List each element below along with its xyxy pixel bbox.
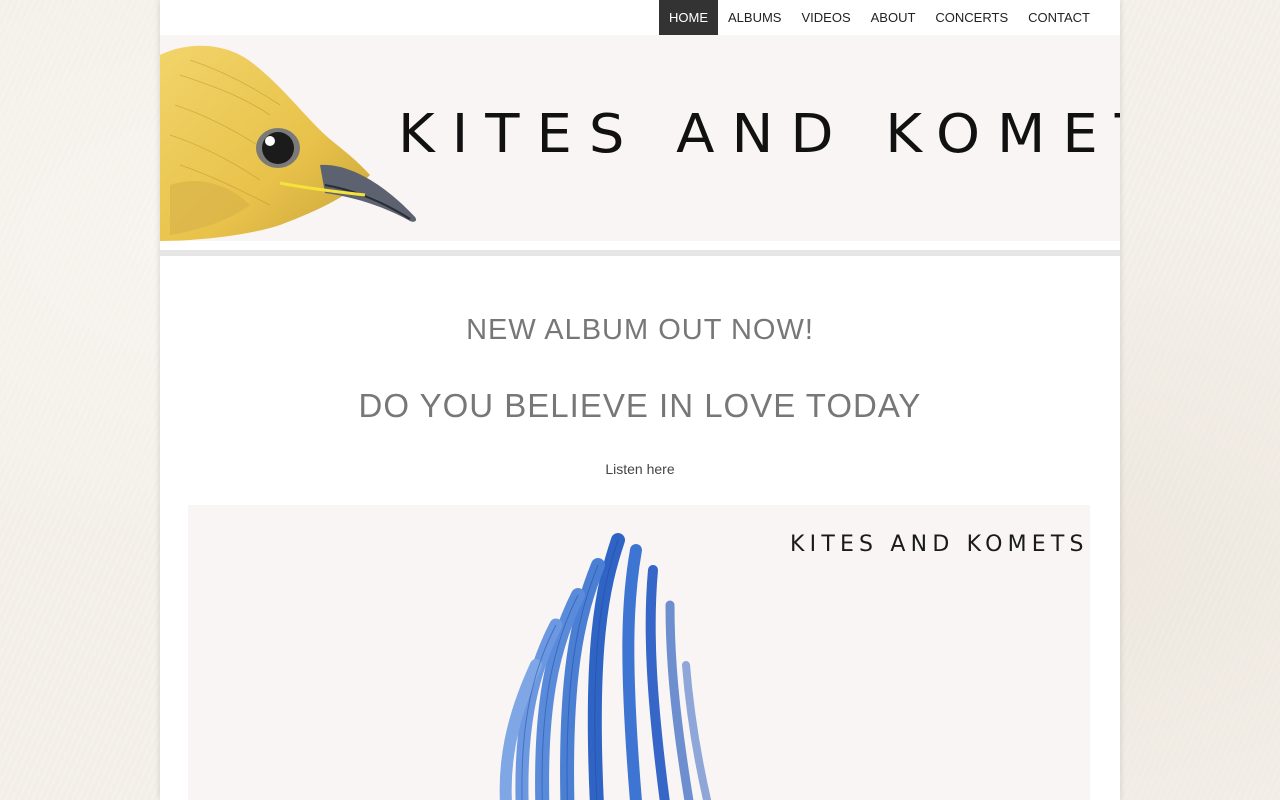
blue-wing-illustration: [499, 533, 712, 800]
nav-item-home[interactable]: HOME: [659, 0, 719, 35]
nav-item-videos[interactable]: VIDEOS: [791, 0, 860, 35]
album-cover-band-name: KITES AND KOMETS: [790, 532, 1089, 557]
album-title: DO YOU BELIEVE IN LOVE TODAY: [358, 387, 922, 424]
header-divider: [160, 250, 1120, 256]
nav-item-albums[interactable]: ALBUMS: [718, 0, 791, 35]
listen-here-link[interactable]: Listen here: [160, 461, 1120, 477]
nav-item-contact[interactable]: CONTACT: [1018, 0, 1100, 35]
header-banner[interactable]: KITES AND KOMETS: [160, 35, 1120, 241]
main-nav: HOME ALBUMS VIDEOS ABOUT CONCERTS CONTAC…: [659, 0, 1100, 35]
nav-item-about[interactable]: ABOUT: [861, 0, 926, 35]
album-cover-image[interactable]: KITES AND KOMETS: [188, 505, 1090, 800]
band-name-title: KITES AND KOMETS: [398, 103, 1120, 166]
yellow-bird-illustration: [160, 45, 417, 241]
new-album-headline: NEW ALBUM OUT NOW!: [466, 314, 814, 346]
nav-item-concerts[interactable]: CONCERTS: [925, 0, 1018, 35]
page-container: HOME ALBUMS VIDEOS ABOUT CONCERTS CONTAC…: [160, 0, 1120, 800]
